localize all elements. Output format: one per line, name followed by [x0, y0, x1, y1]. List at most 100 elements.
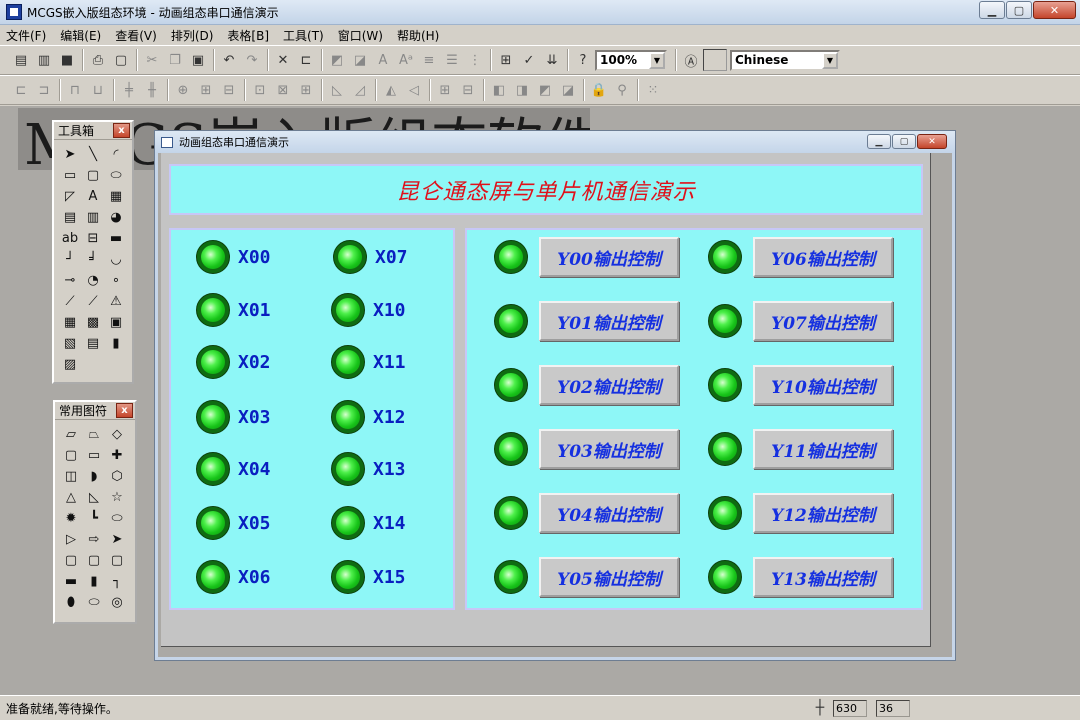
save-icon[interactable]: ■ [56, 49, 78, 71]
input-lamp-x06[interactable] [196, 560, 230, 594]
center-horizontal-icon[interactable]: ╫ [141, 79, 163, 101]
input-lamp-x14[interactable] [331, 506, 365, 540]
bitmap-icon[interactable]: ▦ [105, 186, 127, 206]
output-lamp-y06[interactable] [708, 240, 742, 274]
triangle-icon[interactable]: △ [60, 487, 82, 507]
cube-icon[interactable]: ◫ [60, 466, 82, 486]
object-library-icon[interactable]: ▥ [82, 207, 104, 227]
cut-icon[interactable]: ✂ [141, 49, 163, 71]
slider-icon[interactable]: ⊸ [59, 270, 81, 290]
redo-icon[interactable]: ↷ [241, 49, 263, 71]
output-button-y01[interactable]: Y01输出控制 [539, 301, 679, 341]
input-lamp-x04[interactable] [196, 452, 230, 486]
diamond-icon[interactable]: ◇ [106, 424, 128, 444]
new-icon[interactable]: ▤ [10, 49, 32, 71]
zoom-select[interactable]: 100% ▼ [595, 49, 667, 71]
arrow-right-icon[interactable]: ⇨ [83, 529, 105, 549]
output-button-y10[interactable]: Y10输出控制 [753, 365, 893, 405]
output-lamp-y02[interactable] [494, 368, 528, 402]
check-icon[interactable]: ✓ [518, 49, 540, 71]
pointer-icon[interactable]: ➤ [59, 144, 81, 164]
design-canvas[interactable]: 昆仑通态屏与单片机通信演示 X00 X07 X01 X10 X02 X11 X0… [161, 153, 931, 647]
menu-table[interactable]: 表格[B] [227, 27, 269, 44]
star-icon[interactable]: ☆ [106, 487, 128, 507]
maximize-button[interactable]: ▢ [1006, 1, 1032, 19]
align-left-icon[interactable]: ⊏ [10, 79, 32, 101]
arc-icon[interactable]: ◜ [105, 144, 127, 164]
output-button-y11[interactable]: Y11输出控制 [753, 429, 893, 469]
rotate-right-icon[interactable]: ◿ [349, 79, 371, 101]
indicator-icon[interactable]: ∘ [105, 270, 127, 290]
bring-front-icon[interactable]: ◧ [488, 79, 510, 101]
output-lamp-y13[interactable] [708, 560, 742, 594]
line-width-icon[interactable]: ☰ [441, 49, 463, 71]
same-width-icon[interactable]: ⊟ [218, 79, 240, 101]
output-lamp-y03[interactable] [494, 432, 528, 466]
font-icon[interactable]: Aᵃ [395, 49, 417, 71]
print-preview-icon[interactable]: ▢ [110, 49, 132, 71]
v-bar-icon[interactable]: ▮ [83, 571, 105, 591]
corner-icon[interactable]: ┐ [106, 571, 128, 591]
document-maximize-button[interactable]: ▢ [892, 134, 916, 149]
input-lamp-x12[interactable] [331, 400, 365, 434]
pentagon-arrow-icon[interactable]: ▷ [60, 529, 82, 549]
menu-file[interactable]: 文件(F) [6, 27, 46, 44]
output-button-y12[interactable]: Y12输出控制 [753, 493, 893, 533]
box3-icon[interactable]: ▢ [106, 550, 128, 570]
right-triangle-icon[interactable]: ◺ [83, 487, 105, 507]
distribute-icon[interactable]: ⊞ [295, 79, 317, 101]
input-lamp-x03[interactable] [196, 400, 230, 434]
rounded-shape-icon[interactable]: ▢ [60, 445, 82, 465]
history-trend-icon[interactable]: ⟋ [82, 291, 104, 311]
led-icon[interactable]: ▮ [105, 333, 127, 353]
hexagon-icon[interactable]: ⬡ [106, 466, 128, 486]
ungroup-icon[interactable]: ⊟ [457, 79, 479, 101]
properties-icon[interactable]: ⊞ [495, 49, 517, 71]
menu-help[interactable]: 帮助(H) [397, 27, 439, 44]
align-right-icon[interactable]: ⊐ [33, 79, 55, 101]
open-icon[interactable]: ▥ [33, 49, 55, 71]
input-lamp-x01[interactable] [196, 293, 230, 327]
copy-icon[interactable]: ❐ [164, 49, 186, 71]
output-button-y04[interactable]: Y04输出控制 [539, 493, 679, 533]
polygon-icon[interactable]: ◸ [59, 186, 81, 206]
output-button-y03[interactable]: Y03输出控制 [539, 429, 679, 469]
language-icon[interactable]: Ⓐ [680, 49, 702, 71]
trapezoid-icon[interactable]: ⏢ [83, 424, 105, 444]
pie-icon[interactable]: ◕ [105, 207, 127, 227]
element-library-icon[interactable]: ▤ [59, 207, 81, 227]
rectangle-icon[interactable]: ▭ [59, 165, 81, 185]
flip-v-icon[interactable]: ◁ [403, 79, 425, 101]
outputs-panel[interactable]: Y00输出控制 Y06输出控制 Y01输出控制 Y07输出控制 Y02输出控制 … [465, 228, 923, 610]
line-icon[interactable]: ╲ [82, 144, 104, 164]
same-height-icon[interactable]: ⊞ [195, 79, 217, 101]
space-v-icon[interactable]: ⊠ [272, 79, 294, 101]
input-lamp-x05[interactable] [196, 506, 230, 540]
output-button-y06[interactable]: Y06输出控制 [753, 237, 893, 277]
space-h-icon[interactable]: ⊡ [249, 79, 271, 101]
menu-arrange[interactable]: 排列(D) [171, 27, 214, 44]
output-lamp-y01[interactable] [494, 304, 528, 338]
h-bar-icon[interactable]: ▬ [60, 571, 82, 591]
menu-edit[interactable]: 编辑(E) [60, 27, 101, 44]
arrowhead-icon[interactable]: ➤ [106, 529, 128, 549]
output-lamp-y05[interactable] [494, 560, 528, 594]
fill-color-icon[interactable]: ◩ [326, 49, 348, 71]
rotate-icon[interactable]: ◡ [105, 249, 127, 269]
send-back-icon[interactable]: ◨ [511, 79, 533, 101]
document-minimize-button[interactable]: ▁ [867, 134, 891, 149]
toolbox-close-button[interactable]: x [113, 123, 130, 138]
shield-icon[interactable]: ⬮ [60, 592, 82, 612]
output-button-y07[interactable]: Y07输出控制 [753, 301, 893, 341]
inputs-panel[interactable]: X00 X07 X01 X10 X02 X11 X03 X12 X04 X13 [169, 228, 455, 610]
text-icon[interactable]: A [82, 186, 104, 206]
table-icon[interactable]: ▦ [59, 312, 81, 332]
input-lamp-x07[interactable] [333, 240, 367, 274]
flip-h-icon[interactable]: ◭ [380, 79, 402, 101]
output-button-y00[interactable]: Y00输出控制 [539, 237, 679, 277]
print-icon[interactable]: ⎙ [87, 49, 109, 71]
grid-icon[interactable]: ⋮ [464, 49, 486, 71]
input-lamp-x11[interactable] [331, 345, 365, 379]
menu-tools[interactable]: 工具(T) [283, 27, 324, 44]
unlock-icon[interactable]: ⚲ [611, 79, 633, 101]
